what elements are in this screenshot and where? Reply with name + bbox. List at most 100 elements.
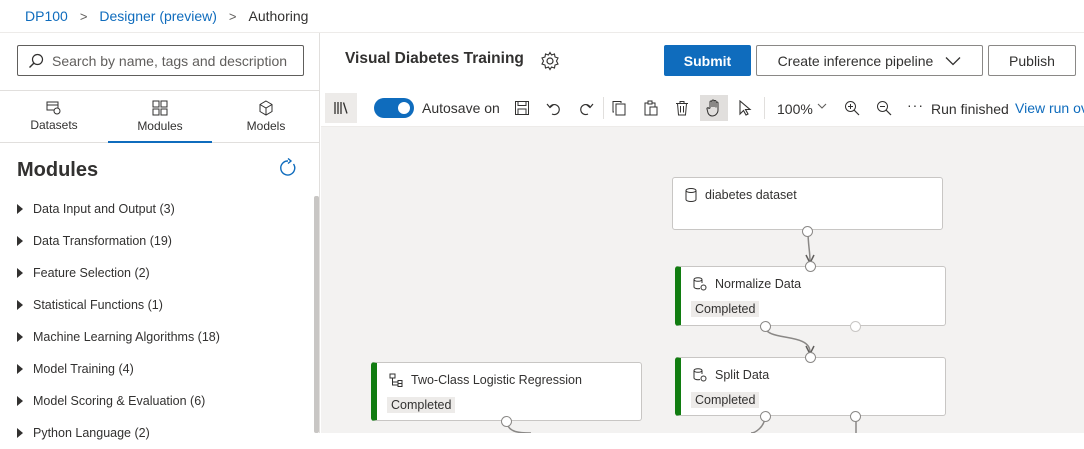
submit-label: Submit bbox=[683, 52, 732, 69]
save-icon[interactable] bbox=[511, 97, 533, 119]
module-category-item[interactable]: Model Scoring & Evaluation (6) bbox=[0, 385, 312, 417]
node-title-label: diabetes dataset bbox=[705, 188, 797, 202]
module-category-item[interactable]: Model Training (4) bbox=[0, 353, 312, 385]
module-category-label: Python Language (2) bbox=[33, 426, 150, 440]
library-toggle-button[interactable] bbox=[325, 93, 357, 123]
pipeline-canvas[interactable]: diabetes dataset Normalize Data Complete… bbox=[321, 127, 1084, 433]
select-pointer-icon[interactable] bbox=[734, 97, 756, 119]
tab-modules[interactable]: Modules bbox=[108, 91, 212, 143]
more-options-icon[interactable]: ··· bbox=[907, 97, 924, 113]
output-port[interactable] bbox=[850, 411, 861, 422]
pipeline-node-split-data[interactable]: Split Data Completed bbox=[675, 357, 946, 416]
toolbar-divider bbox=[603, 97, 604, 119]
expand-caret-icon bbox=[17, 236, 23, 246]
tab-datasets[interactable]: Datasets bbox=[0, 91, 108, 142]
model-cube-icon bbox=[259, 100, 273, 116]
module-category-item[interactable]: Machine Learning Algorithms (18) bbox=[0, 321, 312, 353]
create-inference-pipeline-button[interactable]: Create inference pipeline bbox=[756, 45, 983, 76]
input-port[interactable] bbox=[805, 352, 816, 363]
output-port[interactable] bbox=[802, 226, 813, 237]
module-category-label: Machine Learning Algorithms (18) bbox=[33, 330, 220, 344]
node-status-badge: Completed bbox=[387, 397, 456, 413]
zoom-out-icon[interactable] bbox=[873, 97, 895, 119]
module-category-item[interactable]: Statistical Functions (1) bbox=[0, 289, 312, 321]
node-title: Two-Class Logistic Regression bbox=[389, 373, 582, 387]
canvas-toolbar: Autosave on 100% ··· Run finished View r… bbox=[321, 89, 1084, 127]
chevron-down-icon[interactable] bbox=[817, 102, 827, 110]
module-category-item[interactable]: Data Input and Output (3) bbox=[0, 193, 312, 225]
toolbar-divider bbox=[764, 97, 765, 119]
pan-hand-icon[interactable] bbox=[700, 95, 728, 121]
refresh-icon[interactable] bbox=[278, 158, 298, 178]
module-category-item[interactable]: Data Transformation (19) bbox=[0, 225, 312, 257]
tab-label: Models bbox=[246, 119, 286, 133]
delete-icon[interactable] bbox=[671, 97, 693, 119]
module-category-label: Statistical Functions (1) bbox=[33, 298, 163, 312]
module-category-label: Data Input and Output (3) bbox=[33, 202, 175, 216]
expand-caret-icon bbox=[17, 332, 23, 342]
redo-icon[interactable] bbox=[575, 97, 597, 119]
node-title-label: Normalize Data bbox=[715, 277, 802, 291]
modules-icon bbox=[152, 100, 168, 116]
publish-label: Publish bbox=[1009, 52, 1055, 69]
node-title: Normalize Data bbox=[693, 277, 801, 291]
gear-icon[interactable] bbox=[540, 51, 560, 71]
pipeline-title[interactable]: Visual Diabetes Training bbox=[345, 50, 524, 68]
zoom-level[interactable]: 100% bbox=[777, 101, 813, 117]
copy-icon[interactable] bbox=[608, 97, 630, 119]
expand-caret-icon bbox=[17, 204, 23, 214]
tab-models[interactable]: Models bbox=[212, 91, 320, 142]
inference-label: Create inference pipeline bbox=[777, 52, 934, 69]
node-title-label: Split Data bbox=[715, 368, 770, 382]
search-icon bbox=[29, 53, 44, 68]
node-status-badge: Completed bbox=[691, 301, 760, 317]
node-title: Split Data bbox=[693, 368, 769, 382]
expand-caret-icon bbox=[17, 396, 23, 406]
expand-caret-icon bbox=[17, 268, 23, 278]
library-icon bbox=[334, 102, 348, 114]
breadcrumb-link-designer[interactable]: Designer (preview) bbox=[99, 8, 216, 24]
publish-button[interactable]: Publish bbox=[988, 45, 1076, 76]
breadcrumb-link-workspace[interactable]: DP100 bbox=[25, 8, 68, 24]
algorithm-icon bbox=[389, 373, 403, 387]
module-category-label: Feature Selection (2) bbox=[33, 266, 150, 280]
node-title-label: Two-Class Logistic Regression bbox=[411, 373, 582, 387]
undo-icon[interactable] bbox=[543, 97, 565, 119]
pipeline-node-dataset[interactable]: diabetes dataset bbox=[672, 177, 943, 230]
module-icon bbox=[693, 277, 707, 291]
autosave-toggle[interactable] bbox=[374, 98, 414, 118]
output-port[interactable] bbox=[501, 416, 512, 427]
autosave-label: Autosave on bbox=[422, 100, 500, 116]
palette-tabs: Datasets Modules Models bbox=[0, 90, 320, 143]
edge-normalize-to-split bbox=[764, 325, 811, 353]
expand-caret-icon bbox=[17, 300, 23, 310]
output-port[interactable] bbox=[760, 321, 771, 332]
output-port[interactable] bbox=[760, 411, 771, 422]
run-status: Run finished bbox=[931, 101, 1009, 117]
module-category-item[interactable]: Python Language (2) bbox=[0, 417, 312, 449]
modules-heading: Modules bbox=[17, 159, 99, 181]
breadcrumb-current: Authoring bbox=[248, 8, 309, 24]
pipeline-node-normalize-data[interactable]: Normalize Data Completed bbox=[675, 266, 946, 326]
input-port[interactable] bbox=[805, 261, 816, 272]
dataset-icon bbox=[46, 101, 61, 115]
dataset-icon bbox=[685, 188, 697, 202]
panel-scrollbar[interactable] bbox=[314, 196, 319, 433]
submit-button[interactable]: Submit bbox=[664, 45, 751, 76]
output-port[interactable] bbox=[850, 321, 861, 332]
paste-icon[interactable] bbox=[640, 97, 662, 119]
view-run-overview-link[interactable]: View run ov bbox=[1015, 100, 1084, 116]
module-category-label: Data Transformation (19) bbox=[33, 234, 172, 248]
module-category-list: Data Input and Output (3) Data Transform… bbox=[0, 193, 312, 449]
pipeline-node-logistic-regression[interactable]: Two-Class Logistic Regression Completed bbox=[371, 362, 642, 421]
breadcrumb: DP100 > Designer (preview) > Authoring bbox=[0, 0, 1084, 33]
search-input[interactable] bbox=[52, 52, 292, 69]
breadcrumb-separator: > bbox=[79, 8, 88, 24]
search-box[interactable] bbox=[17, 45, 304, 76]
expand-caret-icon bbox=[17, 428, 23, 438]
chevron-down-icon bbox=[945, 56, 961, 65]
tab-label: Datasets bbox=[30, 118, 78, 132]
module-category-item[interactable]: Feature Selection (2) bbox=[0, 257, 312, 289]
zoom-in-icon[interactable] bbox=[841, 97, 863, 119]
tab-label: Modules bbox=[137, 119, 183, 133]
